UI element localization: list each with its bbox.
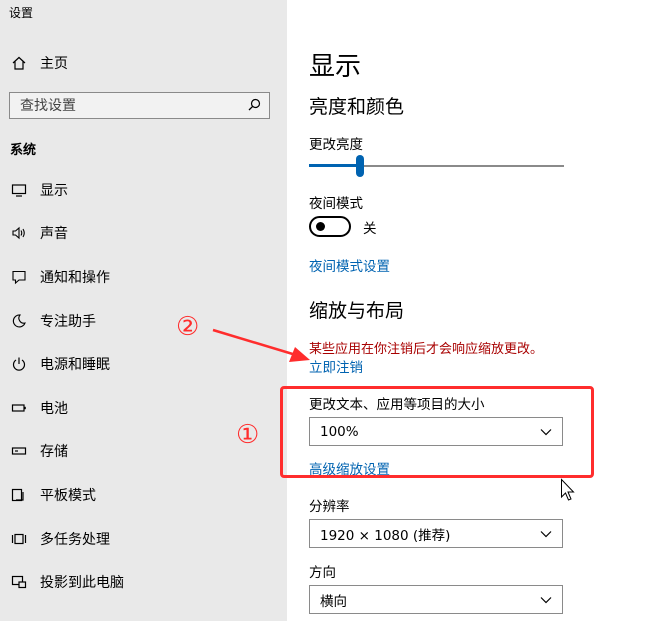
mouse-cursor-icon bbox=[561, 478, 575, 501]
annotation-arrow bbox=[212, 328, 310, 362]
